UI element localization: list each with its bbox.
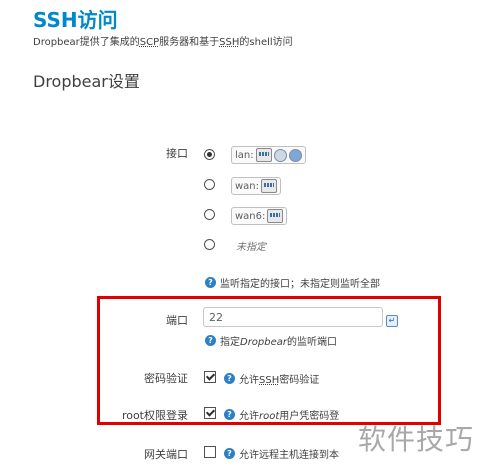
interface-option-lan[interactable]: lan: — [231, 146, 306, 164]
interface-radio-unspecified[interactable] — [204, 239, 215, 250]
interface-label: 接口 — [166, 147, 188, 160]
section-title: Dropbear设置 — [33, 72, 140, 91]
help-icon: ? — [224, 373, 235, 384]
wifi-icon — [288, 148, 302, 162]
reset-icon[interactable]: ↵ — [386, 315, 398, 327]
interface-option-wan[interactable]: wan: — [231, 177, 282, 195]
help-icon: ? — [205, 335, 216, 346]
watermark: 软件技巧 — [358, 423, 475, 456]
root-login-label: root权限登录 — [121, 409, 188, 422]
port-input[interactable]: 22 — [203, 307, 383, 327]
password-auth-checkbox[interactable] — [204, 371, 216, 383]
gateway-ports-label: 网关端口 — [144, 448, 188, 461]
password-auth-help: ? 允许SSH密码验证 — [224, 371, 319, 386]
interface-option-wan6[interactable]: wan6: — [231, 207, 288, 225]
interface-help: ? 监听指定的接口；未指定则监听全部 — [205, 275, 380, 290]
interface-radio-wan[interactable] — [204, 179, 215, 190]
interface-radio-lan[interactable] — [204, 149, 215, 160]
page-description: Dropbear提供了集成的SCP服务器和基于SSH的shell访问 — [33, 37, 293, 48]
root-login-checkbox[interactable] — [204, 407, 216, 419]
network-card-icon — [261, 179, 278, 193]
help-icon: ? — [224, 409, 235, 420]
interface-option-unspecified[interactable]: 未指定 — [236, 238, 266, 253]
port-label: 端口 — [166, 314, 188, 327]
port-help: ? 指定Dropbear的监听端口 — [205, 333, 337, 348]
help-icon: ? — [205, 277, 216, 288]
root-login-help: ? 允许root用户凭密码登 — [224, 407, 339, 422]
interface-radio-wan6[interactable] — [204, 209, 215, 220]
wifi-icon — [273, 148, 287, 162]
network-card-icon — [255, 148, 272, 162]
gateway-ports-checkbox[interactable] — [204, 446, 216, 458]
network-card-icon — [267, 209, 284, 223]
help-icon: ? — [224, 448, 235, 459]
password-auth-label: 密码验证 — [144, 372, 188, 385]
page-title: SSH访问 — [33, 8, 118, 32]
gateway-ports-help: ? 允许远程主机连接到本 — [224, 446, 339, 461]
